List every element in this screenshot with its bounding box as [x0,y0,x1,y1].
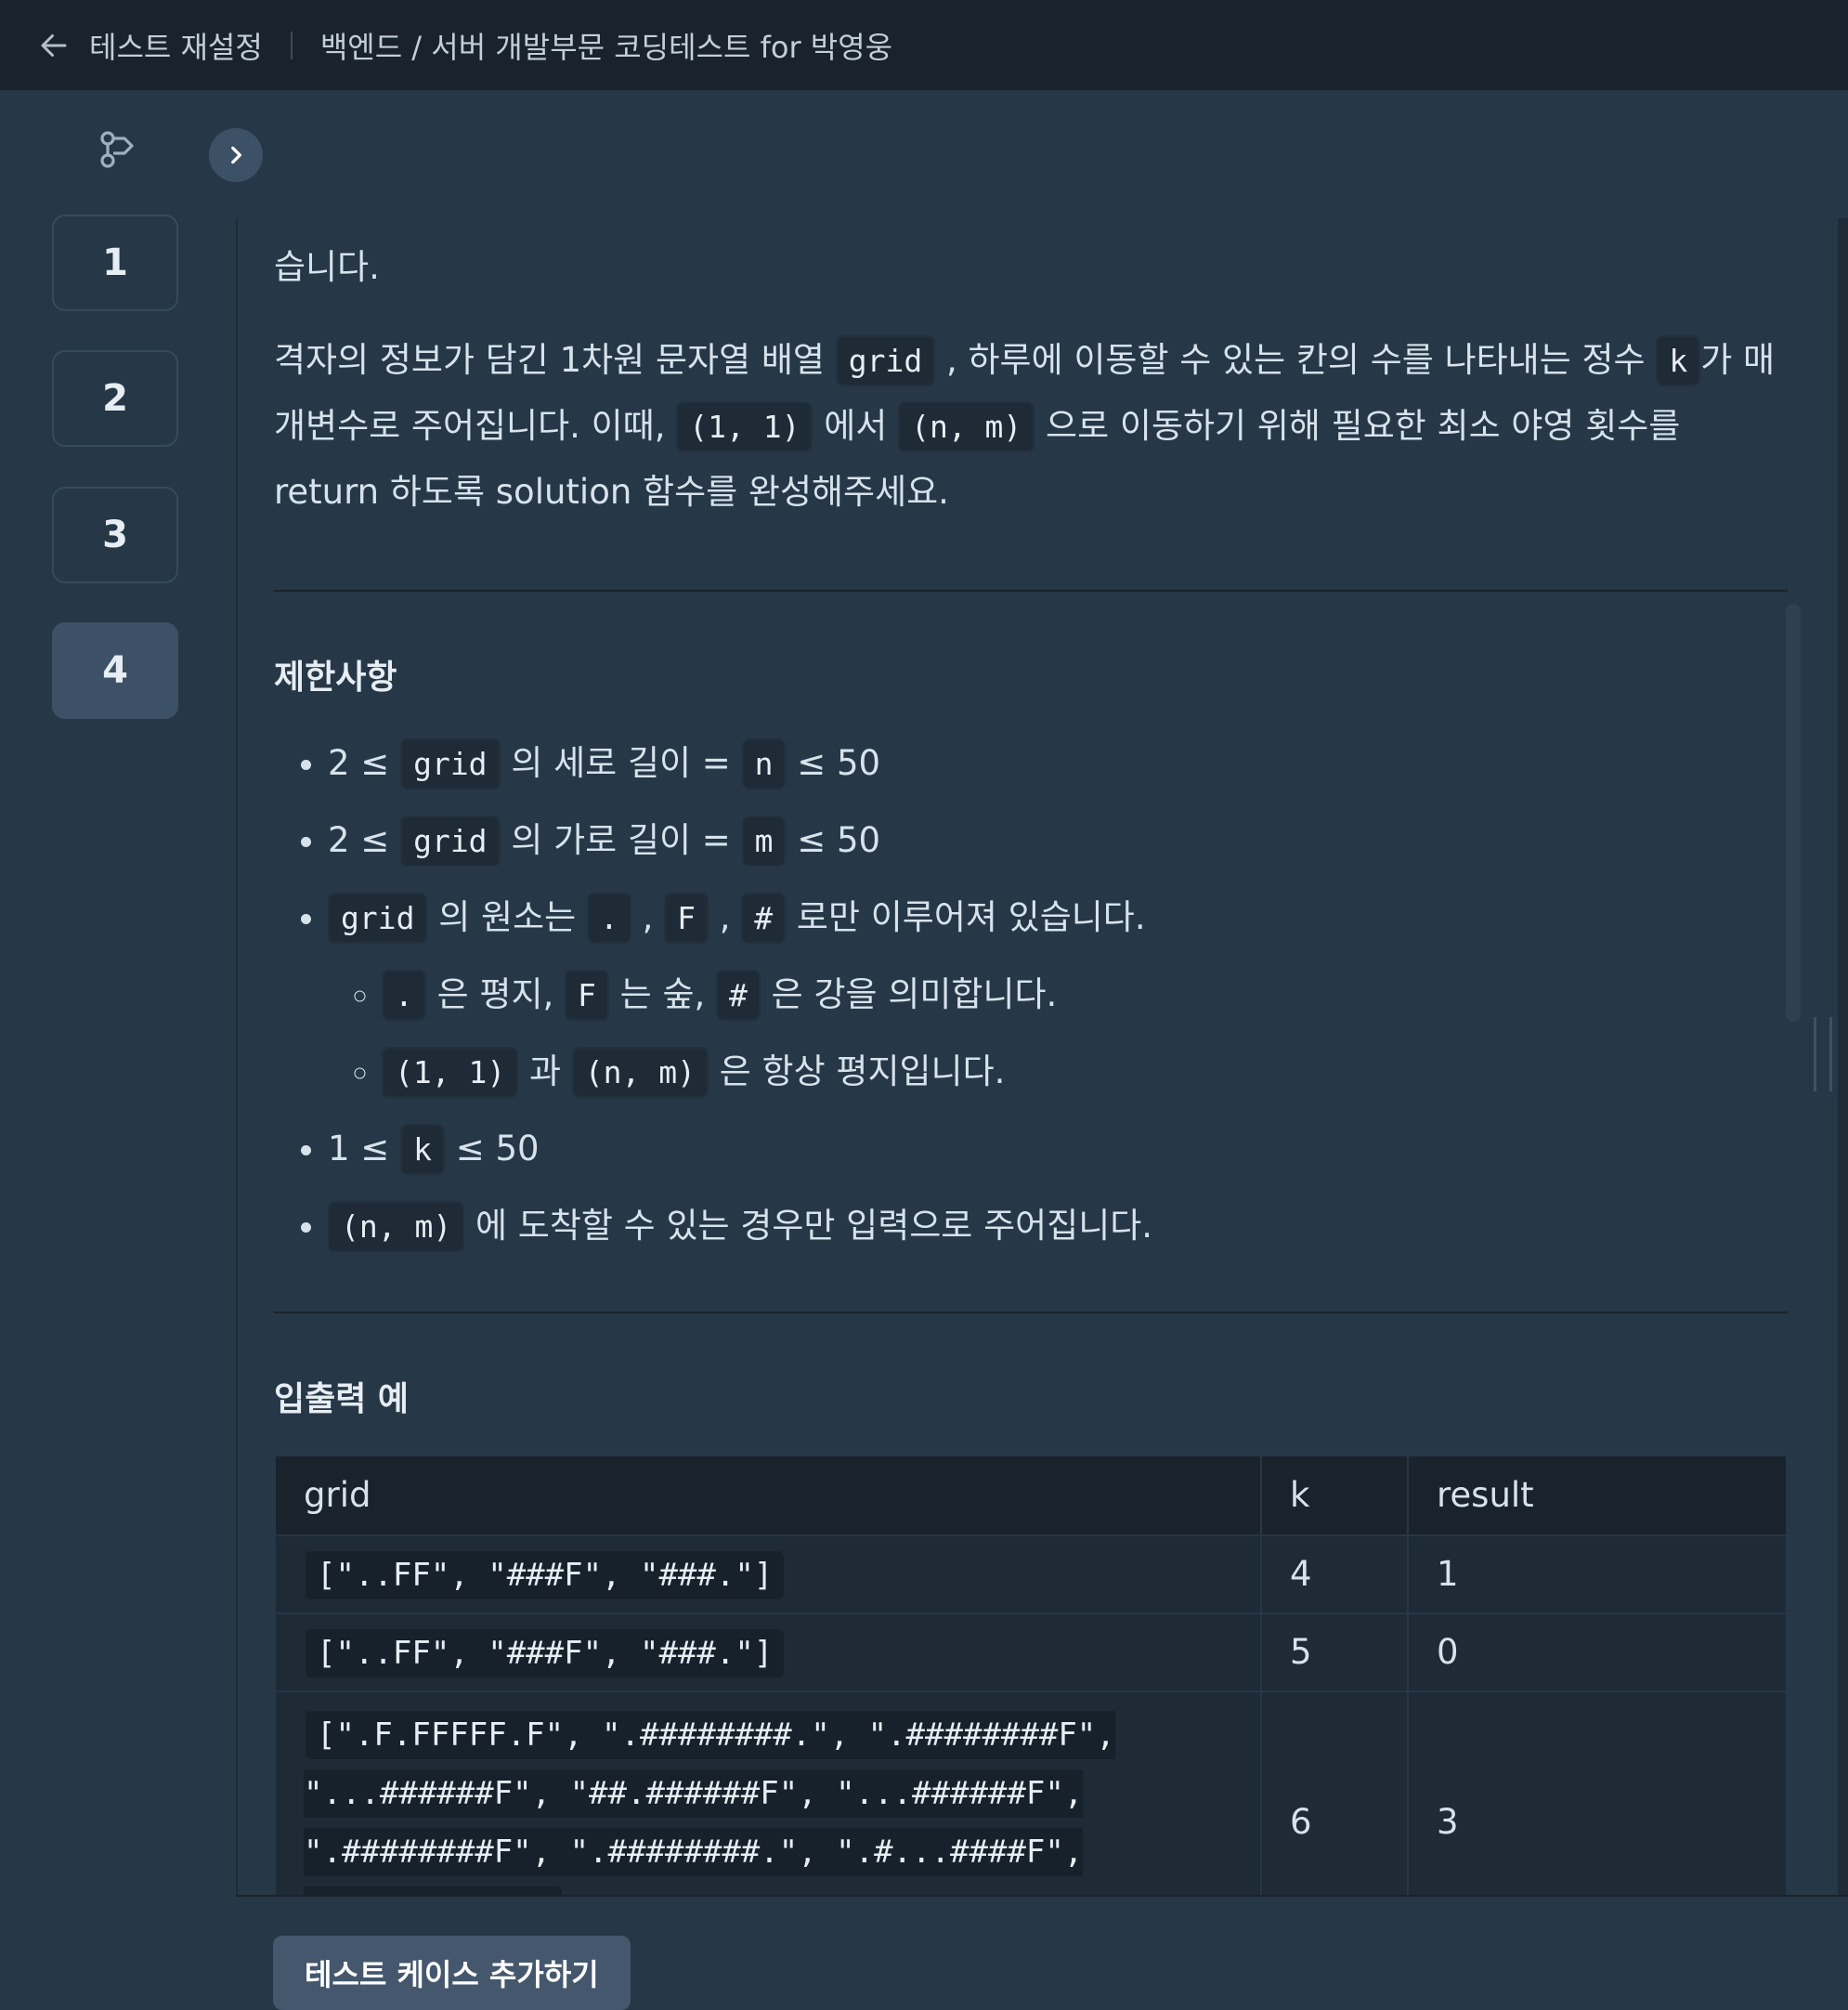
problem-description[interactable]: 습니다. 격자의 정보가 담긴 1차원 문자열 배열 grid , 하루에 이동… [236,218,1840,1895]
code: # [716,970,761,1021]
constraint-item: 2 ≤ grid 의 세로 길이 = n ≤ 50 [328,725,1788,803]
code: m [741,816,787,867]
text: 로만 이루어져 있습니다. [786,897,1146,937]
code: grid [400,816,501,867]
question-map-icon[interactable] [97,127,141,172]
code: grid [328,893,428,944]
constraint-item: grid 의 원소는 . , F , # 로만 이루어져 있습니다. . 은 평… [328,880,1788,1111]
scrollbar[interactable] [1786,604,1801,1022]
divider [274,590,1788,592]
text: 의 세로 길이 = [500,743,742,783]
code: (1, 1) [382,1047,519,1098]
add-testcase-button[interactable]: 테스트 케이스 추가하기 [273,1936,631,2010]
cell-k: 5 [1260,1612,1409,1692]
table-row: ["..FF", "###F", "###."] 4 1 [274,1534,1788,1614]
code: grid [400,738,501,790]
breadcrumb: 백엔드 / 서버 개발부문 코딩테스트 for 박영웅 [319,29,893,65]
text: 에서 [813,406,899,446]
constraint-item: 1 ≤ k ≤ 50 [328,1111,1788,1188]
column-header-grid: grid [274,1455,1262,1536]
question-1-button[interactable]: 1 [52,215,178,311]
cell-result: 3 [1407,1690,1788,1895]
code: (n, m) [571,1047,709,1098]
cell-grid: [".F.FFFFF.F", ".########.", ".########F… [274,1690,1262,1895]
code: (n, m) [328,1201,465,1252]
question-4-button[interactable]: 4 [52,622,178,719]
io-example-heading: 입출력 예 [274,1380,410,1418]
top-bar: 테스트 재설정 백엔드 / 서버 개발부문 코딩테스트 for 박영웅 [0,0,1848,90]
text: 격자의 정보가 담긴 1차원 문자열 배열 [274,340,836,380]
expand-sidebar-button[interactable] [209,128,263,182]
question-2-button[interactable]: 2 [52,350,178,447]
text: 1 ≤ [328,1129,401,1168]
constraints-list: 2 ≤ grid 의 세로 길이 = n ≤ 50 2 ≤ grid 의 가로 … [274,725,1788,1265]
text: 2 ≤ [328,820,401,860]
column-header-k: k [1260,1455,1409,1536]
cell-result: 0 [1407,1612,1788,1692]
text: 은 평지, [425,974,566,1014]
chevron-right-icon [231,146,241,164]
cell-k: 6 [1260,1690,1409,1895]
cell-k: 4 [1260,1534,1409,1614]
question-sidebar: 1 2 3 4 [0,90,236,2001]
code: F [664,893,709,944]
content-header [236,90,1848,220]
constraints-heading: 제한사항 [274,659,397,697]
table-header-row: grid k result [274,1455,1788,1536]
text: , 하루에 이동할 수 있는 칸의 수를 나타내는 정수 [935,340,1657,380]
description-paragraph: 격자의 정보가 담긴 1차원 문자열 배열 grid , 하루에 이동할 수 있… [274,328,1788,525]
footer-bar: 테스트 케이스 추가하기 [236,1895,1848,2010]
text: 2 ≤ [328,743,401,783]
code: ["..FF", "###F", "###."] [304,1626,787,1679]
cell-grid: ["..FF", "###F", "###."] [274,1534,1262,1614]
text: , [708,897,742,937]
arrow-left-icon[interactable] [37,29,71,62]
code: k [400,1124,445,1175]
code: n [741,738,787,790]
constraint-subitem: . 은 평지, F 는 숲, # 은 강을 의미합니다. [382,957,1788,1034]
cell-result: 1 [1407,1534,1788,1614]
constraint-item: 2 ≤ grid 의 가로 길이 = m ≤ 50 [328,803,1788,880]
text: ≤ 50 [786,820,881,860]
text: 의 가로 길이 = [500,820,742,860]
constraint-sublist: . 은 평지, F 는 숲, # 은 강을 의미합니다. (1, 1) 과 (n… [328,957,1788,1111]
reset-test-link[interactable]: 테스트 재설정 [89,24,263,67]
code-start: (1, 1) [676,401,813,452]
code-end: (n, m) [898,401,1035,452]
code-grid: grid [835,335,936,386]
table-row: [".F.FFFFF.F", ".########.", ".########F… [274,1690,1788,1895]
table-row: ["..FF", "###F", "###."] 5 0 [274,1612,1788,1692]
code: [".F.FFFFF.F", ".########.", ".########F… [304,1709,1115,1895]
code: . [382,970,426,1021]
text: ≤ 50 [786,743,881,783]
code: ["..FF", "###F", "###."] [304,1548,787,1601]
text: 는 숲, [608,974,717,1014]
text: 과 [518,1051,572,1091]
question-3-button[interactable]: 3 [52,487,178,583]
text: 의 원소는 [427,897,587,937]
text: 에 도착할 수 있는 경우만 입력으로 주어집니다. [464,1206,1153,1246]
text: , [631,897,665,937]
divider [274,1312,1788,1313]
clipped-paragraph-tail: 습니다. [274,247,380,287]
resize-handle[interactable] [1814,1017,1832,1091]
text: ≤ 50 [444,1129,540,1168]
code-k: k [1656,335,1701,386]
constraint-item: (n, m) 에 도착할 수 있는 경우만 입력으로 주어집니다. [328,1188,1788,1265]
constraint-subitem: (1, 1) 과 (n, m) 은 항상 평지입니다. [382,1034,1788,1111]
code: # [741,893,787,944]
column-header-result: result [1407,1455,1788,1536]
text: 은 항상 평지입니다. [709,1051,1006,1091]
code: F [565,970,609,1021]
divider [290,31,293,59]
code: . [586,893,631,944]
cell-grid: ["..FF", "###F", "###."] [274,1612,1262,1692]
panel-edge [1838,218,1848,2001]
io-example-table: grid k result ["..FF", "###F", "###."] 4… [274,1455,1788,1895]
text: 은 강을 의미합니다. [760,974,1058,1014]
